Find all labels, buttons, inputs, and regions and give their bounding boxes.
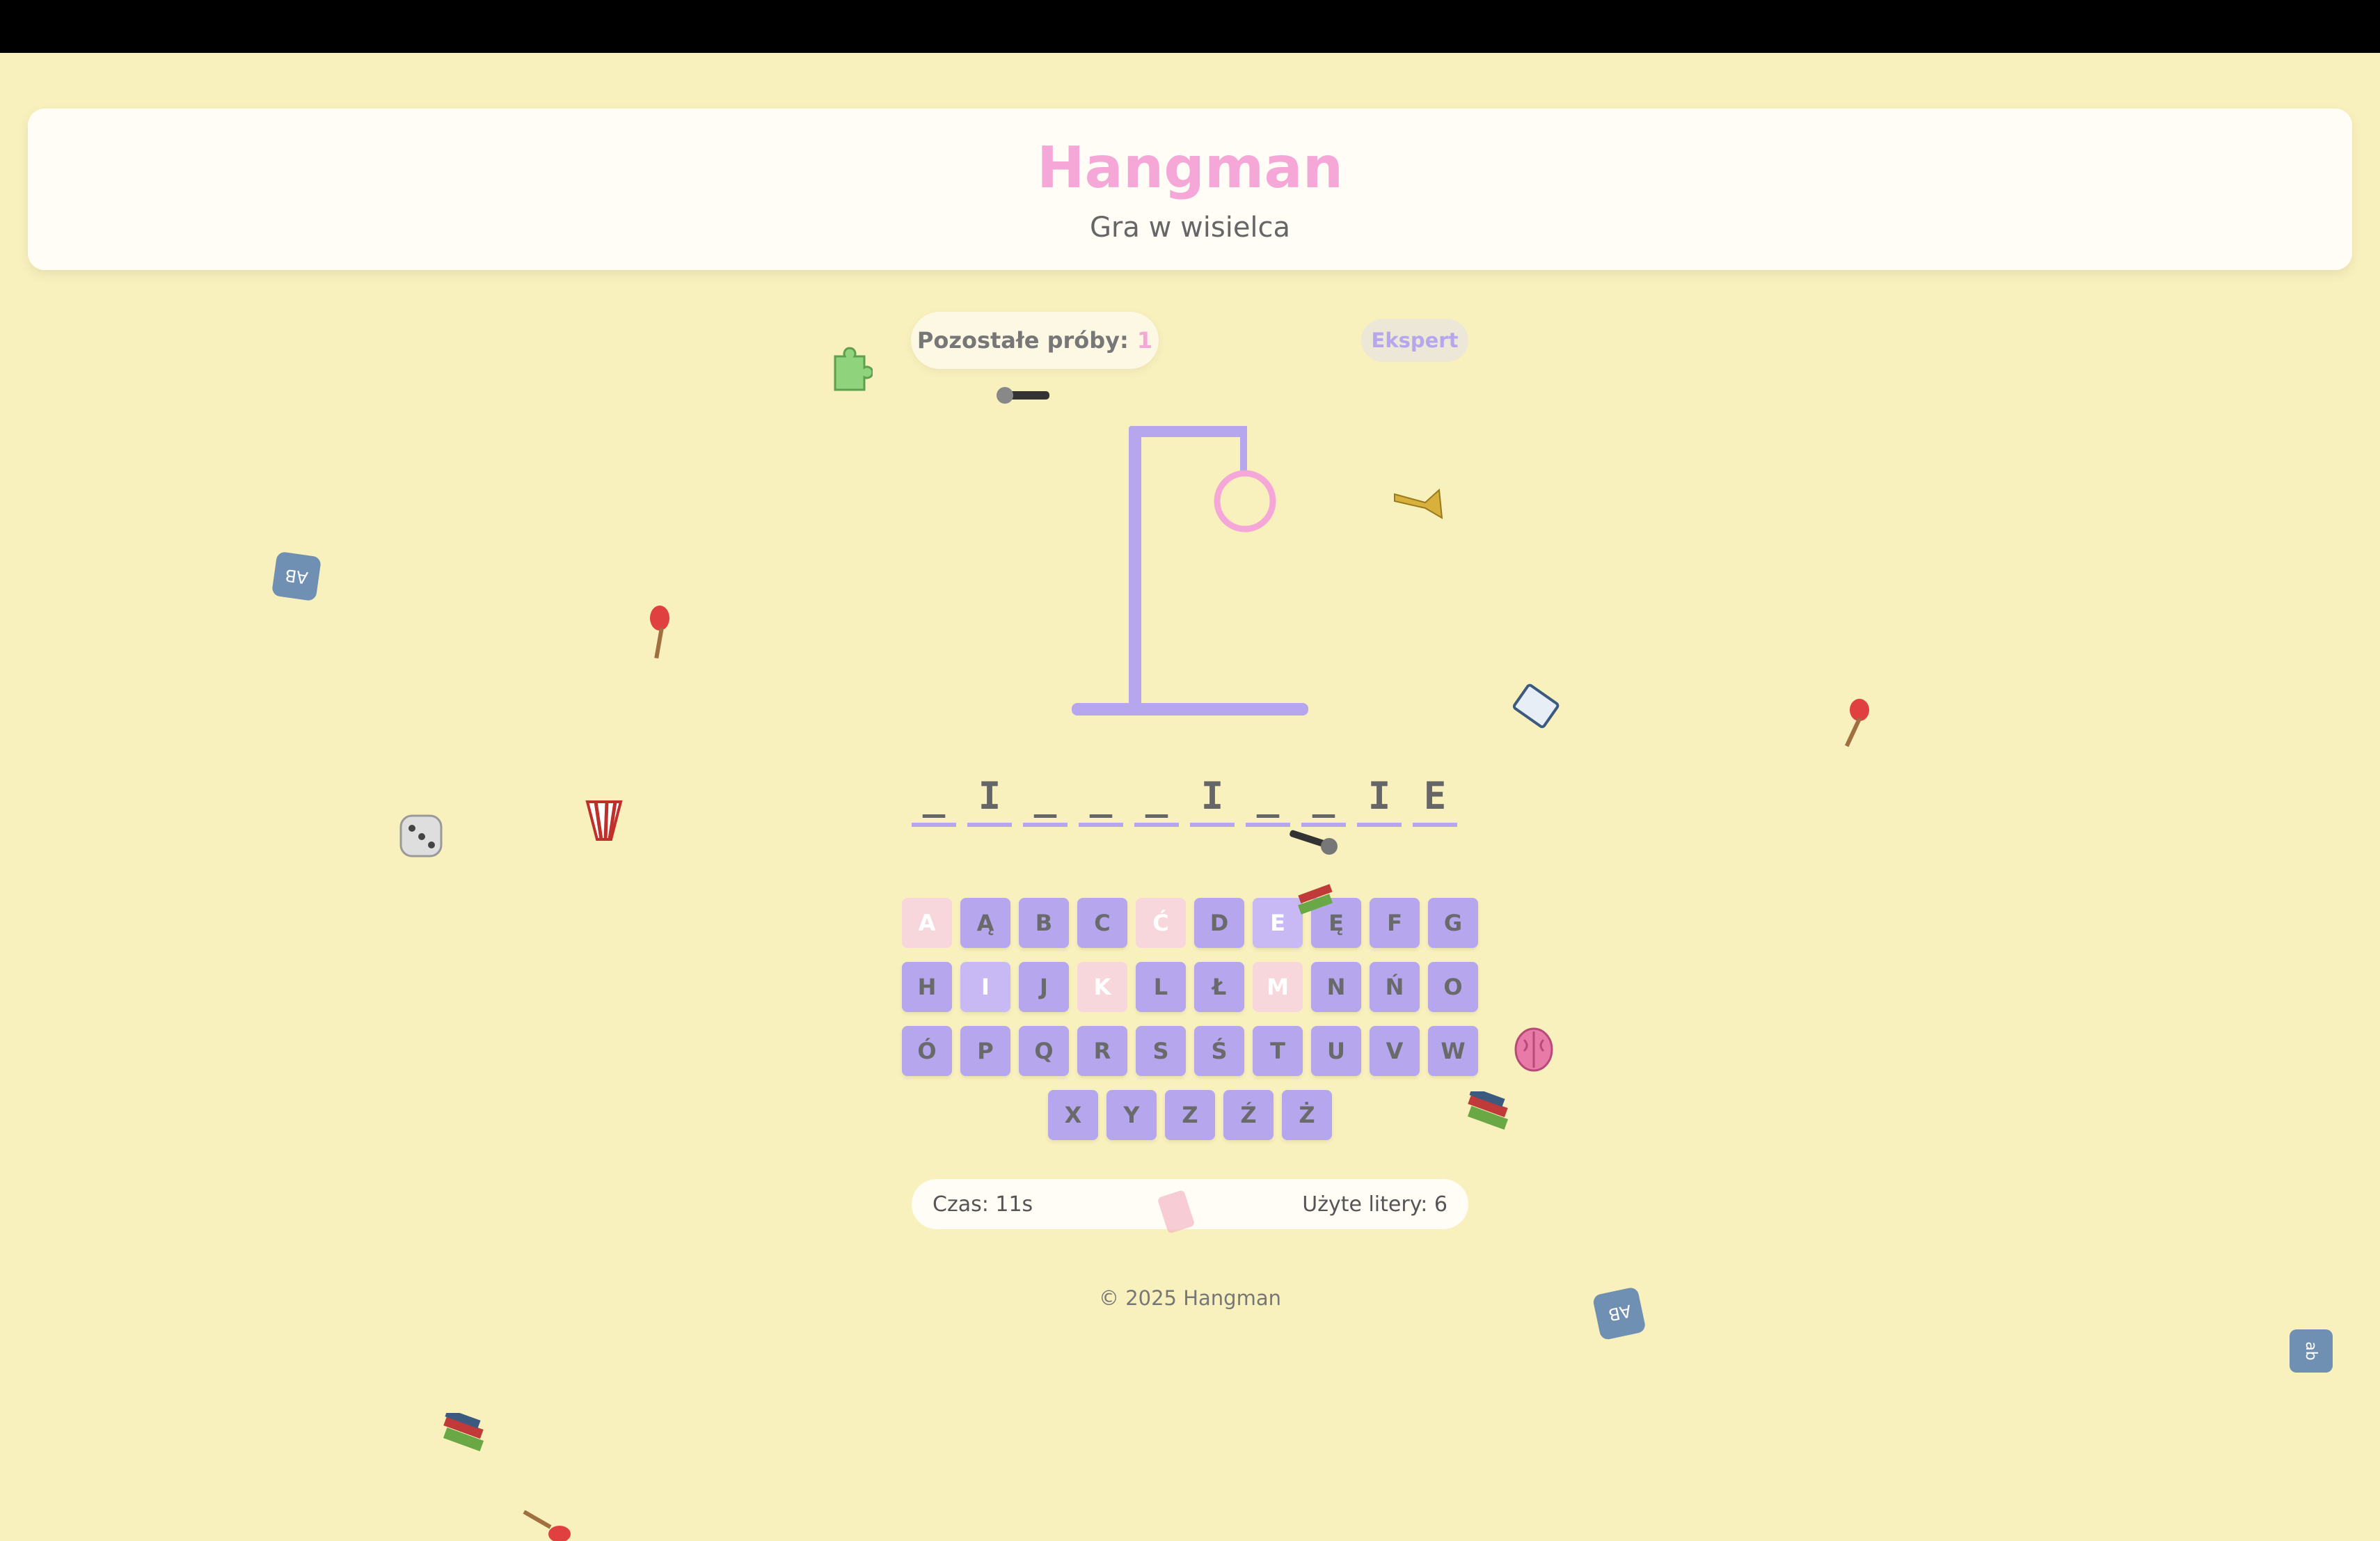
card-icon: [1158, 1190, 1194, 1233]
word-letter-slot: E: [1413, 774, 1457, 827]
word-letter-slot: _: [1246, 774, 1290, 827]
header-card: Hangman Gra w wisielca: [28, 109, 2352, 270]
letter-key[interactable]: R: [1077, 1026, 1127, 1076]
letter-key[interactable]: W: [1428, 1026, 1478, 1076]
letter-key[interactable]: V: [1370, 1026, 1420, 1076]
footer-copyright: © 2025 Hangman: [1098, 1286, 1281, 1310]
word-display: _ I _ _ _ I _ _ I E: [912, 774, 1457, 827]
attempts-label: Pozostałe próby:: [917, 327, 1129, 354]
letter-key[interactable]: Ą: [960, 898, 1010, 948]
popcorn-icon: [585, 800, 623, 841]
letter-key[interactable]: T: [1253, 1026, 1303, 1076]
word-letter-slot: _: [1079, 774, 1123, 827]
word-letter-slot: _: [1023, 774, 1068, 827]
word-letter-slot: _: [1134, 774, 1179, 827]
word-letter-slot: I: [1357, 774, 1402, 827]
letter-key[interactable]: Ź: [1223, 1090, 1274, 1140]
letter-key[interactable]: Ń: [1370, 962, 1420, 1012]
books-icon: [1467, 1091, 1509, 1130]
letter-key[interactable]: G: [1428, 898, 1478, 948]
letter-key[interactable]: H: [902, 962, 952, 1012]
letter-key[interactable]: B: [1019, 898, 1069, 948]
used-letters-count: Użyte litery: 6: [1302, 1192, 1447, 1217]
letter-key[interactable]: Y: [1106, 1090, 1157, 1140]
letter-key[interactable]: U: [1311, 1026, 1361, 1076]
attempts-remaining: Pozostałe próby: 1: [911, 312, 1159, 369]
letter-key[interactable]: Ś: [1194, 1026, 1244, 1076]
gallows-rope: [1240, 426, 1247, 473]
puzzle-piece-icon: [834, 347, 873, 391]
letter-key[interactable]: Ł: [1194, 962, 1244, 1012]
letter-keyboard: AĄBCĆDEĘFG HIJKLŁMNŃO ÓPQRSŚTUVW XYZŹŻ: [898, 898, 1482, 1140]
svg-text:AB: AB: [284, 565, 309, 587]
book-icon: [1512, 683, 1560, 729]
keyboard-row: HIJKLŁMNŃO: [902, 962, 1478, 1012]
gallows-drawing: [1072, 426, 1308, 716]
letter-key: Ć: [1136, 898, 1186, 948]
hangman-head: [1214, 470, 1276, 532]
letter-key[interactable]: S: [1136, 1026, 1186, 1076]
letter-key[interactable]: P: [960, 1026, 1010, 1076]
window-top-bar: [0, 0, 2380, 53]
letter-key[interactable]: L: [1136, 962, 1186, 1012]
letter-key[interactable]: Ó: [902, 1026, 952, 1076]
guitar-icon: [650, 606, 669, 659]
guitar-icon: [523, 1510, 571, 1541]
letter-key[interactable]: X: [1048, 1090, 1098, 1140]
books-icon: [443, 1413, 484, 1452]
word-letter-slot: _: [912, 774, 956, 827]
letter-key[interactable]: F: [1370, 898, 1420, 948]
brain-icon: [1514, 1027, 1553, 1072]
letter-key[interactable]: Ż: [1282, 1090, 1332, 1140]
microphone-icon: [997, 387, 1049, 404]
abc-block-icon: ab: [2290, 1329, 2333, 1373]
attempts-count: 1: [1136, 327, 1153, 354]
page-subtitle: Gra w wisielca: [1089, 212, 1291, 244]
dice-icon: [399, 814, 443, 858]
word-letter-slot: _: [1301, 774, 1346, 827]
gallows-base: [1072, 703, 1308, 716]
letter-key[interactable]: J: [1019, 962, 1069, 1012]
letter-key[interactable]: C: [1077, 898, 1127, 948]
letter-key: A: [902, 898, 952, 948]
abc-block-icon: AB: [1593, 1288, 1645, 1340]
keyboard-row: ÓPQRSŚTUVW: [902, 1026, 1478, 1076]
guitar-icon: [1844, 699, 1869, 748]
gallows-beam: [1129, 426, 1244, 437]
word-letter-slot: I: [1190, 774, 1235, 827]
keyboard-row: AĄBCĆDEĘFG: [902, 898, 1478, 948]
difficulty-badge: Ekspert: [1361, 319, 1468, 362]
letter-key: K: [1077, 962, 1127, 1012]
timer: Czas: 11s: [933, 1192, 1033, 1217]
letter-key[interactable]: Z: [1165, 1090, 1215, 1140]
gallows-pole: [1129, 426, 1141, 710]
keyboard-row: XYZŹŻ: [1048, 1090, 1332, 1140]
letter-key: M: [1253, 962, 1303, 1012]
svg-text:ab: ab: [2302, 1341, 2319, 1360]
microphone-icon: [1290, 830, 1338, 855]
trumpet-icon: [1394, 488, 1443, 519]
word-letter-slot: I: [967, 774, 1012, 827]
books-icon: [1298, 884, 1333, 915]
letter-key[interactable]: D: [1194, 898, 1244, 948]
abc-block-icon: AB: [272, 552, 321, 601]
letter-key[interactable]: O: [1428, 962, 1478, 1012]
letter-key: I: [960, 962, 1010, 1012]
letter-key[interactable]: Q: [1019, 1026, 1069, 1076]
page-title: Hangman: [1036, 135, 1344, 201]
letter-key[interactable]: N: [1311, 962, 1361, 1012]
